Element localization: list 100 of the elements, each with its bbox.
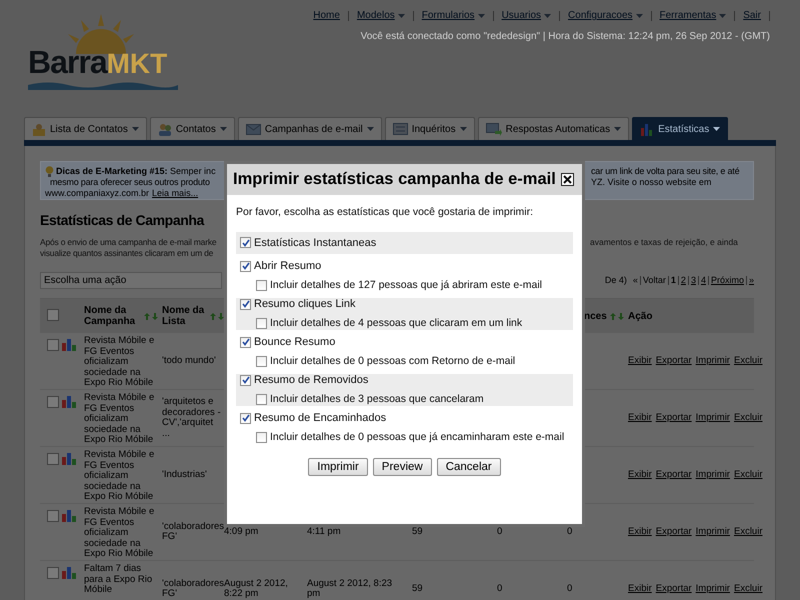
option-label: Resumo de Encaminhados [254,411,386,426]
action-link[interactable]: Exibir [628,470,652,480]
dialog-title: Imprimir estatísticas campanha de e-mail [233,169,556,190]
tip-text: YZ. Visite o nosso website em [591,177,712,188]
checkbox[interactable] [256,318,267,329]
action-link[interactable]: Exibir [628,412,652,424]
page-link[interactable]: 3 [690,274,696,288]
action-link[interactable]: Exportar [656,526,692,538]
bar-chart-icon [62,339,76,351]
sort-arrows-icon [144,312,158,320]
nav-link[interactable]: Home [305,8,348,23]
checkbox[interactable] [256,280,267,291]
dialog-button[interactable]: Preview [372,458,432,476]
action-link[interactable]: Imprimir [696,412,730,424]
tab-icon [486,122,502,136]
action-link[interactable]: Excluir [734,584,762,594]
nav-link[interactable]: Usuarios [494,8,560,23]
table-cell: 'Industrias' [162,470,207,480]
option-label: Incluir detalhes de 3 pessoas que cancelaram [270,392,484,407]
dialog-button[interactable]: Cancelar [436,458,501,476]
tab-icon [158,122,172,136]
nav-link[interactable]: Formularios [414,8,493,23]
checkbox[interactable] [240,298,251,310]
action-link[interactable]: Excluir [734,470,762,480]
tab-icon [392,123,408,135]
first-page-link[interactable]: « [632,274,638,288]
table-cell: 'arquitetos e decoradores - CV','arquitet ... [162,397,222,439]
tab[interactable]: Respostas Automaticas [478,117,630,140]
tab[interactable]: Inquéritos [384,117,475,140]
checkbox[interactable] [240,237,251,248]
column-header: Nome da Campanha [84,305,136,327]
description-text: avamentos e taxas de rejeição, e ainda [590,237,738,248]
checkbox[interactable] [256,356,267,367]
action-link[interactable]: Exportar [656,584,692,594]
tab[interactable]: Lista de Contatos [24,117,147,140]
action-link[interactable]: Exibir [628,356,652,366]
checkbox[interactable] [47,339,59,351]
table-cell: 4:11 pm [307,526,341,538]
table-cell-text: Revista Móbile e FG Eventos oficializam sociedade na Expo Rio Móbile [84,450,156,502]
column-header: nces [584,310,607,322]
next-link[interactable]: Próximo [710,274,744,288]
caret-icon [398,14,405,18]
option-label: Incluir detalhes de 4 pessoas que clicaram em um link [270,316,522,331]
page-title: Estatísticas de Campanha [40,211,204,230]
dialog-prompt: Por favor, escolha as estatísticas que você gostaria de imprimir: [236,205,534,220]
checkbox[interactable] [256,394,267,405]
read-more-link[interactable]: Leia mais... [152,188,198,199]
dialog-button[interactable]: Imprimir [308,458,368,476]
checkbox[interactable] [240,412,251,424]
tab[interactable]: Estatísticas [632,117,728,140]
description-text: visualize quantos assinantes clicaram em um de [40,248,214,259]
nav-link[interactable]: Ferramentas [652,8,734,23]
action-link[interactable]: Exibir [628,526,652,538]
tab[interactable]: Campanhas de e-mail [238,117,382,140]
action-select[interactable]: Escolha uma ação [40,272,222,289]
action-link[interactable]: Imprimir [696,470,730,480]
checkbox[interactable] [256,432,267,443]
last-page-link[interactable]: » [748,274,754,288]
tab-icon [32,122,46,136]
action-link[interactable]: Exportar [656,412,692,424]
nav-link[interactable]: Sair [735,8,769,23]
page-link[interactable]: 1 [670,274,676,288]
option-label: Abrir Resumo [254,259,322,274]
action-link[interactable]: Excluir [734,412,762,424]
action-link[interactable]: Imprimir [696,526,730,538]
nav-link[interactable]: Configuracoes [560,8,651,23]
checkbox[interactable] [47,396,59,408]
close-button[interactable] [561,173,574,186]
action-link[interactable]: Exportar [656,356,692,366]
tip-text: car um link de volta para seu site, e até [591,166,740,177]
close-icon [563,175,572,184]
bar-chart-icon [62,453,76,465]
page-link[interactable]: 4 [700,274,706,288]
action-link[interactable]: Exibir [628,584,652,594]
action-link[interactable]: Imprimir [696,584,730,594]
nav-link[interactable]: Modelos [348,8,413,23]
caret-icon [220,127,227,131]
tab[interactable]: Contatos [150,117,235,140]
checkbox[interactable] [47,510,59,522]
previous-link[interactable]: Voltar [642,274,666,288]
checkbox[interactable] [240,260,251,272]
table-cell-text: August 2 2012, 8:22 pm [224,578,289,600]
checkbox[interactable] [47,453,59,465]
table-cell: 'colaboradores FG' [162,522,224,542]
action-link[interactable]: Excluir [734,356,762,366]
checkbox[interactable] [240,374,251,386]
caret-icon [478,14,485,18]
table-cell: 0 [567,584,572,594]
checkbox[interactable] [47,308,59,320]
caret-icon [460,127,467,131]
checkbox[interactable] [47,567,59,579]
caret-icon [614,127,622,131]
action-link[interactable]: Excluir [734,526,762,538]
table-cell-text: August 2 2012, 8:23 pm [307,578,394,600]
action-link[interactable]: Exportar [656,470,692,480]
table-cell: 'colaboradores FG' [162,578,224,600]
action-link[interactable]: Imprimir [696,356,730,366]
table-cell: 0 [567,526,572,538]
page-link[interactable]: 2 [680,274,686,288]
checkbox[interactable] [240,336,251,348]
